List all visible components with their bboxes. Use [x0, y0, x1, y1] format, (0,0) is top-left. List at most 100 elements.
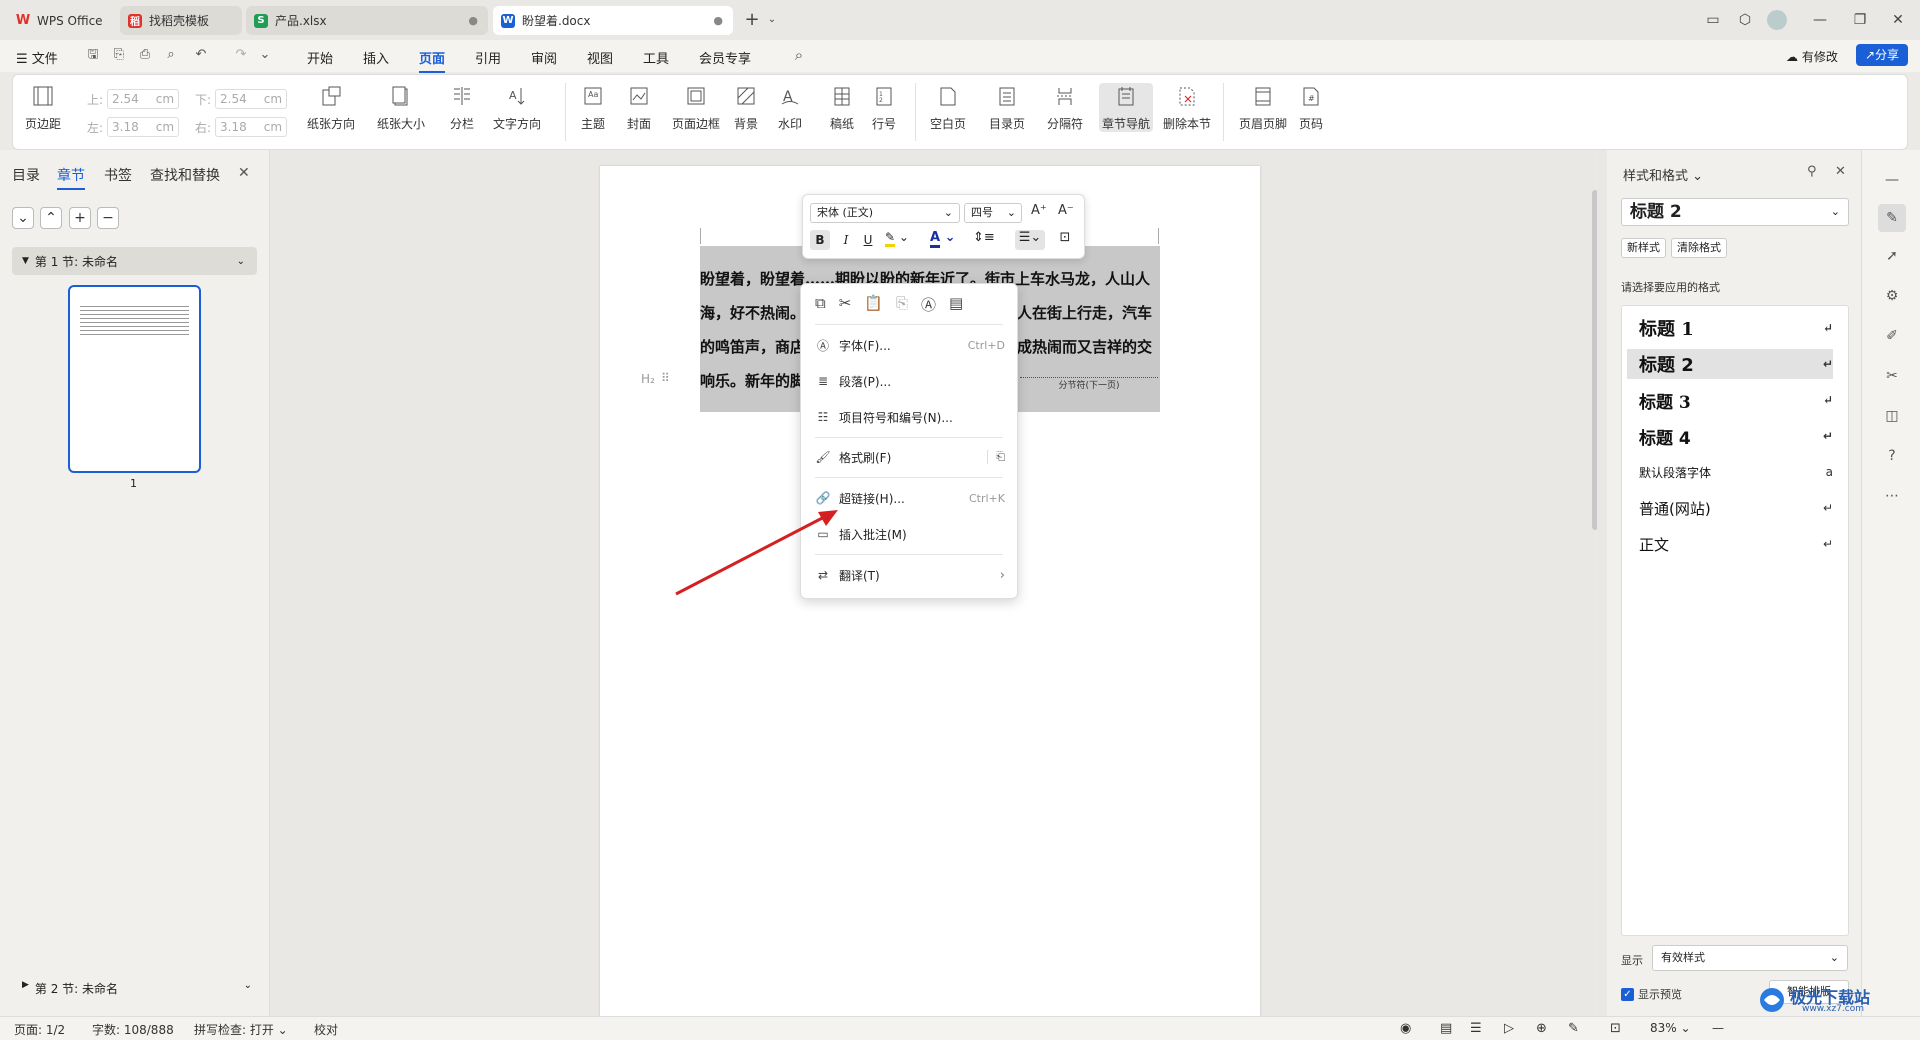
style-item-heading-3[interactable]: 标题 3 ↵ [1627, 385, 1833, 415]
remove-section-button[interactable]: − [97, 207, 119, 229]
show-filter-select[interactable]: 有效样式 ⌄ [1652, 945, 1848, 971]
separator-button[interactable]: 分隔符 [1047, 83, 1083, 132]
copy-icon[interactable]: ⧉ [815, 294, 826, 315]
paste-format-icon[interactable]: ⎘ [896, 294, 908, 315]
drag-handle-icon[interactable]: ⠿ [661, 371, 670, 385]
doc-line-2[interactable]: 海，好不热闹。 [700, 302, 805, 323]
tab-docx[interactable]: W 盼望着.docx ● [493, 6, 733, 35]
reader-icon[interactable]: ◫ [1882, 406, 1902, 426]
help-icon[interactable]: ? [1882, 446, 1902, 466]
style-item-heading-2[interactable]: 标题 2 ↵ [1627, 349, 1833, 379]
move-up-button[interactable]: ⌃ [40, 207, 62, 229]
theme-button[interactable]: Aa 主题 [580, 83, 606, 132]
chevron-down-icon[interactable]: ⌄ [762, 10, 782, 30]
bold-button[interactable]: B [810, 230, 830, 250]
zoom-level[interactable]: 83% ⌄ [1650, 1021, 1691, 1035]
pin-icon[interactable]: ⚲ [1807, 164, 1817, 179]
doc-line-4[interactable]: 响乐。新年的脚 [700, 370, 805, 391]
margin-bottom-field[interactable]: 下: 2.54 cm [195, 89, 288, 109]
export-icon[interactable]: ⎘ [110, 46, 128, 64]
chevron-down-icon[interactable]: ⌄ [244, 980, 252, 997]
tab-xlsx[interactable]: S 产品.xlsx ● [246, 6, 488, 35]
font-family-select[interactable]: 宋体 (正文) ⌄ [810, 203, 960, 223]
cut-icon[interactable]: ✂ [839, 294, 852, 315]
select-arrow-icon[interactable]: ➚ [1882, 246, 1902, 266]
print-preview-icon[interactable]: ⌕ [162, 46, 180, 64]
align-button[interactable]: ☰⌄ [1015, 230, 1045, 250]
tab-toc[interactable]: 目录 [12, 165, 40, 185]
tab-docer[interactable]: 稻 找稻壳模板 [120, 6, 242, 35]
page-view-icon[interactable]: ▤ [1440, 1021, 1452, 1036]
tab-bookmarks[interactable]: 书签 [104, 165, 132, 185]
share-button[interactable]: ↗分享 [1856, 44, 1908, 66]
margin-top-field[interactable]: 上: 2.54 cm [87, 89, 180, 109]
style-edit-icon[interactable]: ✎ [1878, 204, 1906, 232]
edit-doc-icon[interactable]: ✐ [1882, 326, 1902, 346]
pin-icon[interactable]: ⎗ [987, 450, 1005, 464]
tab-find-replace[interactable]: 查找和替换 [150, 165, 220, 185]
play-icon[interactable]: ▷ [1504, 1021, 1514, 1036]
page-number-button[interactable]: # 页码 [1298, 83, 1324, 132]
redo-icon[interactable]: ↷ [232, 46, 250, 64]
underline-button[interactable]: U [858, 230, 878, 250]
increase-font-icon[interactable]: A⁺ [1031, 203, 1047, 218]
search-icon[interactable]: ⌕ [790, 46, 808, 64]
adjust-icon[interactable]: ⚙ [1882, 286, 1902, 306]
undo-icon[interactable]: ↶ [192, 46, 210, 64]
section-1-item[interactable]: ▼ 第 1 节: 未命名 ⌄ [12, 247, 257, 275]
toolbox-icon[interactable]: ⊡ [1055, 230, 1075, 250]
menu-item-font[interactable]: Ⓐ 字体(F)... Ctrl+D [815, 332, 1005, 358]
page-thumbnail[interactable] [68, 285, 201, 473]
minimize-icon[interactable]: — [1810, 10, 1830, 30]
panel-splitter[interactable] [1597, 150, 1607, 1016]
close-icon[interactable]: ✕ [1835, 164, 1846, 179]
page-border-button[interactable]: 页面边框 [672, 83, 720, 132]
new-style-button[interactable]: 新样式 [1621, 238, 1666, 258]
style-item-heading-4[interactable]: 标题 4 ↵ [1627, 421, 1833, 451]
save-icon[interactable]: 🖫 [84, 46, 102, 64]
background-button[interactable]: 背景 [733, 83, 759, 132]
section-2-item[interactable]: ▶ 第 2 节: 未命名 ⌄ [22, 980, 252, 997]
tab-dot-icon[interactable]: ● [468, 14, 478, 27]
menu-reference[interactable]: 引用 [475, 48, 501, 67]
menu-page[interactable]: 页面 [419, 48, 446, 73]
menu-review[interactable]: 审阅 [531, 48, 557, 67]
highlight-button[interactable]: ✎ ⌄ [885, 230, 913, 250]
print-icon[interactable]: ⎙ [136, 46, 154, 64]
font-size-select[interactable]: 四号 ⌄ [964, 203, 1022, 223]
paper-size-button[interactable]: 纸张大小 [377, 83, 425, 132]
line-number-button[interactable]: 1 2 行号 [871, 83, 897, 132]
manuscript-button[interactable]: 稿纸 [829, 83, 855, 132]
chevron-down-icon[interactable]: ⌄ [237, 256, 245, 267]
chevron-down-icon[interactable]: ⌄ [256, 46, 274, 64]
margin-right-field[interactable]: 右: 3.18 cm [195, 117, 288, 137]
file-menu[interactable]: ☰ 文件 [16, 48, 58, 67]
paste-icon[interactable]: 📋 [864, 294, 883, 315]
web-view-icon[interactable]: ⊕ [1536, 1021, 1547, 1036]
close-icon[interactable]: ✕ [1888, 10, 1908, 30]
layout-icon[interactable]: ▭ [1703, 10, 1723, 30]
columns-button[interactable]: 分栏 [449, 83, 475, 132]
style-item-body[interactable]: 正文 ↵ [1627, 529, 1833, 559]
tab-sections[interactable]: 章节 [57, 165, 85, 185]
tab-wps-office[interactable]: W WPS Office [8, 6, 116, 35]
eye-icon[interactable]: ◉ [1400, 1021, 1411, 1036]
menu-tools[interactable]: 工具 [643, 48, 669, 67]
zoom-out-icon[interactable]: — [1712, 1021, 1724, 1035]
toc-page-button[interactable]: 目录页 [989, 83, 1025, 132]
doc-line-3[interactable]: 的鸣笛声，商店 [700, 336, 805, 357]
menu-item-bullets[interactable]: ☷ 项目符号和编号(N)... [815, 404, 1005, 430]
minimize-rail-icon[interactable]: — [1882, 170, 1902, 190]
tab-dot-icon[interactable]: ● [713, 14, 723, 27]
new-tab-plus-icon[interactable]: + [742, 10, 762, 30]
current-style-select[interactable]: 标题 2 ⌄ [1621, 198, 1849, 226]
blank-page-button[interactable]: 空白页 [930, 83, 966, 132]
page-indicator[interactable]: 页面: 1/2 [14, 1021, 65, 1038]
text-direction-button[interactable]: A 文字方向 [493, 83, 541, 132]
styles-panel-title[interactable]: 样式和格式 ⌄ [1623, 165, 1703, 184]
style-item-web[interactable]: 普通(网站) ↵ [1627, 493, 1833, 523]
line-spacing-button[interactable]: ⇕≡ [973, 230, 1003, 250]
paste-special-icon[interactable]: ▤ [949, 294, 963, 315]
watermark-button[interactable]: A 水印 [777, 83, 803, 132]
header-footer-button[interactable]: 页眉页脚 [1239, 83, 1287, 132]
